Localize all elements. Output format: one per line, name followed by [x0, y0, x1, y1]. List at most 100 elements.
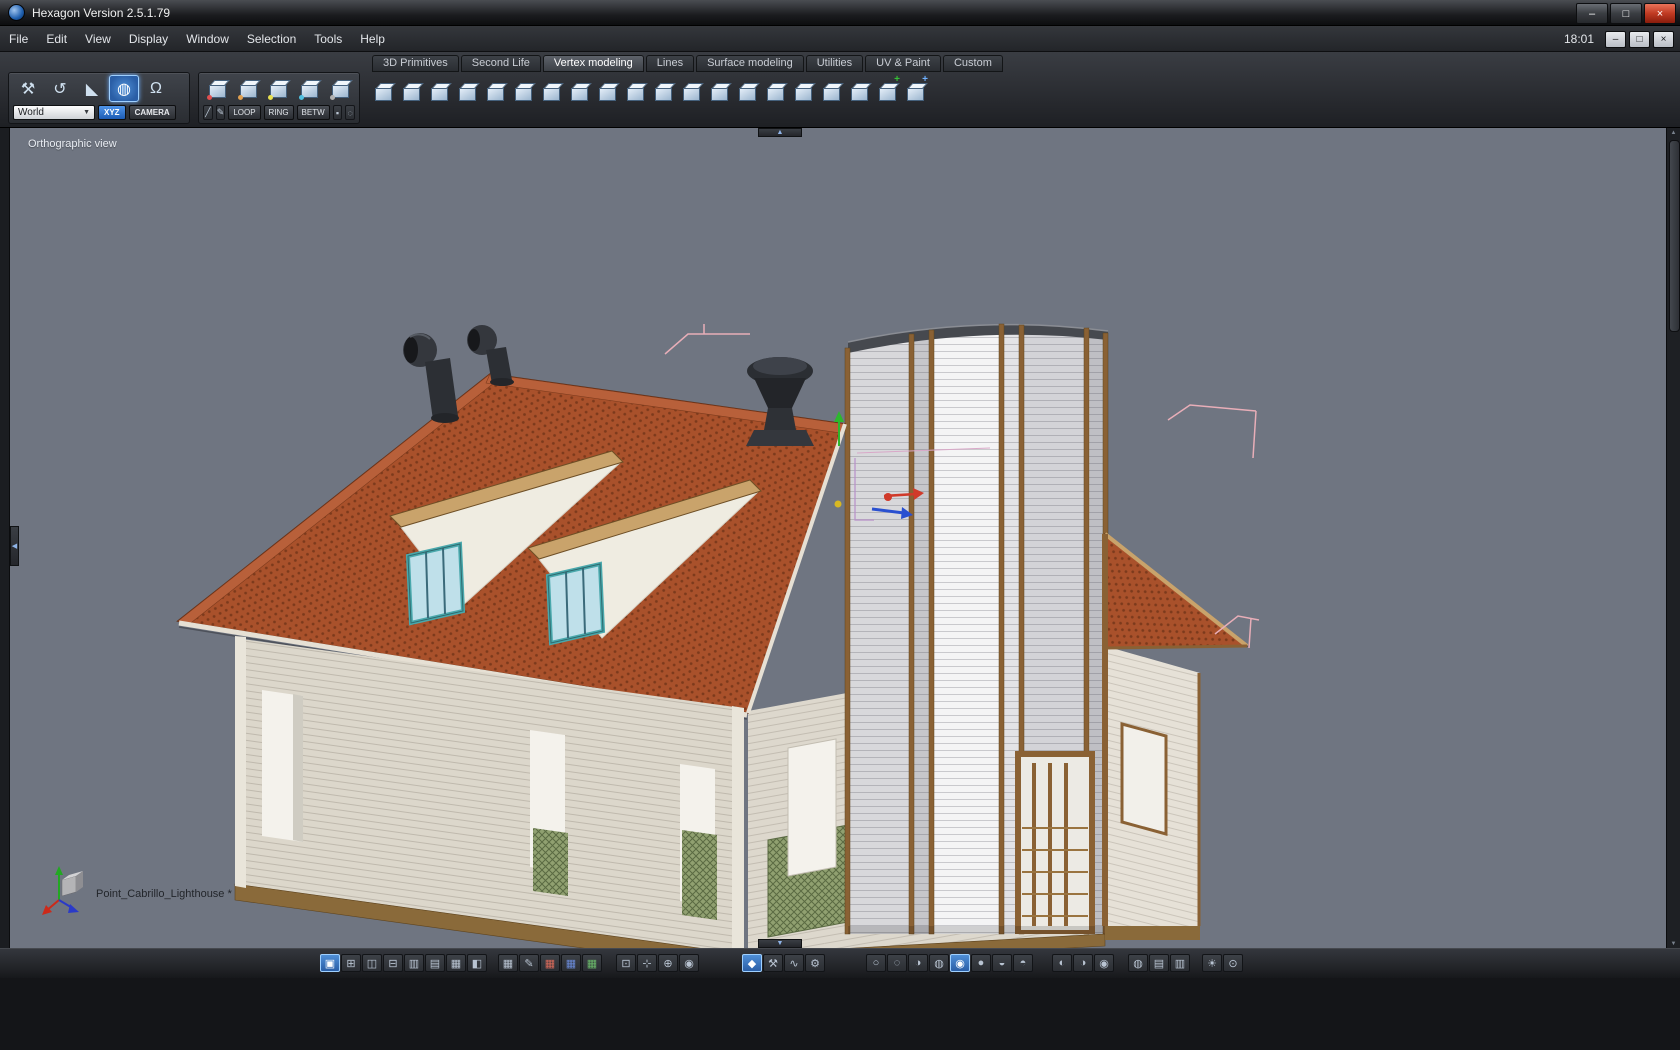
window-maximize-button[interactable]: □: [1610, 3, 1642, 24]
select-faces-icon[interactable]: [265, 75, 294, 102]
scrollbar-thumb[interactable]: [1669, 140, 1680, 332]
pan-view-icon[interactable]: ⊹: [637, 954, 657, 972]
extrude-profile-tool-icon[interactable]: [566, 76, 592, 108]
thickness-tool-icon[interactable]: [622, 76, 648, 108]
window-close-button[interactable]: ×: [1644, 3, 1676, 24]
twist-tool-icon[interactable]: [706, 76, 732, 108]
layout-quad-view-icon[interactable]: ⊞: [341, 954, 361, 972]
select-points-icon[interactable]: [203, 75, 232, 102]
menu-display[interactable]: Display: [120, 28, 177, 50]
tab-utilities[interactable]: Utilities: [805, 55, 864, 72]
menu-selection[interactable]: Selection: [238, 28, 305, 50]
add-points-tool-icon[interactable]: +: [874, 74, 900, 108]
grid-toggle-icon[interactable]: ▦: [498, 954, 518, 972]
grid-x-plane-icon[interactable]: ▦: [540, 954, 560, 972]
list-select-icon[interactable]: ▪: [332, 105, 343, 120]
settings-icon[interactable]: ⚙: [805, 954, 825, 972]
smooth-shade-mode-icon[interactable]: ◉: [950, 954, 970, 972]
loop-button[interactable]: LOOP: [228, 105, 261, 120]
world-dropdown[interactable]: World ▼: [13, 105, 95, 120]
menu-window[interactable]: Window: [177, 28, 238, 50]
bend-tool-icon[interactable]: [678, 76, 704, 108]
wireframe-mode-icon[interactable]: ○: [866, 954, 886, 972]
textured-mode-icon[interactable]: ●: [971, 954, 991, 972]
soft-selection-icon[interactable]: ∿: [784, 954, 804, 972]
smooth-low-icon[interactable]: ◐: [1052, 954, 1072, 972]
layout-three-top-icon[interactable]: ▤: [425, 954, 445, 972]
between-button[interactable]: BETW: [296, 105, 330, 120]
tools-icon[interactable]: ⚒: [763, 954, 783, 972]
house-right-wing[interactable]: [1102, 532, 1249, 940]
layout-grid-icon[interactable]: ▦: [446, 954, 466, 972]
tab-second-life[interactable]: Second Life: [460, 55, 541, 72]
doc-close-button[interactable]: ×: [1653, 30, 1674, 48]
dissociate-tool-icon[interactable]: [454, 76, 480, 108]
hammer-tool-icon[interactable]: ⚒: [13, 75, 43, 102]
window-minimize-button[interactable]: –: [1576, 3, 1608, 24]
chamfer-tool-icon[interactable]: [510, 76, 536, 108]
grid-z-plane-icon[interactable]: ▦: [582, 954, 602, 972]
vertical-scrollbar[interactable]: ▲ ▼: [1666, 128, 1680, 948]
layout-split-icon[interactable]: ◧: [467, 954, 487, 972]
magnet-tool-icon[interactable]: +: [902, 74, 928, 108]
camera-icon[interactable]: ⊙: [1223, 954, 1243, 972]
shaded-wire-mode-icon[interactable]: ◍: [929, 954, 949, 972]
smooth-high-icon[interactable]: ◉: [1094, 954, 1114, 972]
menu-edit[interactable]: Edit: [37, 28, 76, 50]
weld-tool-icon[interactable]: [482, 76, 508, 108]
tab-lines[interactable]: Lines: [645, 55, 695, 72]
xyz-toggle-button[interactable]: XYZ: [98, 105, 126, 120]
ghost-tool-icon[interactable]: Ω: [141, 75, 171, 102]
select-edges-icon[interactable]: [234, 75, 263, 102]
scroll-up-icon[interactable]: ▲: [1669, 128, 1678, 137]
camera-toggle-button[interactable]: CAMERA: [128, 105, 176, 120]
edit-grid-icon[interactable]: ✎: [519, 954, 539, 972]
doc-maximize-button[interactable]: □: [1629, 30, 1650, 48]
manipulator-icon[interactable]: ◆: [742, 954, 762, 972]
connect-tool-icon[interactable]: [846, 76, 872, 108]
ghost-mode-icon[interactable]: ◓: [1013, 954, 1033, 972]
tower-door[interactable]: [1015, 751, 1095, 934]
flat-shade-mode-icon[interactable]: ◑: [908, 954, 928, 972]
select-uv-icon[interactable]: [326, 75, 355, 102]
smooth-med-icon[interactable]: ◑: [1073, 954, 1093, 972]
lighting-icon[interactable]: ☀: [1202, 954, 1222, 972]
tessellate-tool-icon[interactable]: [370, 76, 396, 108]
pen-select-icon[interactable]: ✎: [215, 105, 226, 120]
smooth-tool-icon[interactable]: [398, 76, 424, 108]
tab-surface-modeling[interactable]: Surface modeling: [696, 55, 804, 72]
tab-3d-primitives[interactable]: 3D Primitives: [372, 55, 459, 72]
extract-tool-icon[interactable]: [426, 76, 452, 108]
ring-select-icon[interactable]: ◌: [345, 105, 355, 120]
cone-tool-icon[interactable]: ◣: [77, 75, 107, 102]
sweep-tool-icon[interactable]: [594, 76, 620, 108]
symmetry-tool-icon[interactable]: [650, 76, 676, 108]
layout-two-horizontal-icon[interactable]: ⊟: [383, 954, 403, 972]
layout-three-left-icon[interactable]: ▥: [404, 954, 424, 972]
hidden-line-mode-icon[interactable]: ◌: [887, 954, 907, 972]
extrude-surface-tool-icon[interactable]: [538, 76, 564, 108]
layers-icon[interactable]: ▤: [1149, 954, 1169, 972]
bottom-panel-handle[interactable]: ▼: [758, 939, 802, 948]
menu-file[interactable]: File: [0, 28, 37, 50]
material-mode-icon[interactable]: ◒: [992, 954, 1012, 972]
3d-viewport[interactable]: Orthographic view Point_Cabrillo_Lightho…: [10, 128, 1666, 948]
copy-tool-icon[interactable]: [762, 76, 788, 108]
edge-line-icon[interactable]: ╱: [203, 105, 213, 120]
mirror-tool-icon[interactable]: [790, 76, 816, 108]
panels-icon[interactable]: ▥: [1170, 954, 1190, 972]
top-panel-handle[interactable]: ▲: [758, 128, 802, 137]
menu-view[interactable]: View: [76, 28, 120, 50]
left-panel-handle[interactable]: ◀: [10, 526, 19, 566]
backface-icon[interactable]: ◍: [1128, 954, 1148, 972]
taper-tool-icon[interactable]: [734, 76, 760, 108]
scroll-down-icon[interactable]: ▼: [1669, 939, 1678, 948]
layout-two-vertical-icon[interactable]: ◫: [362, 954, 382, 972]
select-object-icon[interactable]: [295, 75, 324, 102]
tab-uv-paint[interactable]: UV & Paint: [865, 55, 941, 72]
menu-tools[interactable]: Tools: [305, 28, 351, 50]
fit-view-icon[interactable]: ◉: [679, 954, 699, 972]
ring-button[interactable]: RING: [263, 105, 294, 120]
bridge-tool-icon[interactable]: [818, 76, 844, 108]
rotate-tool-icon[interactable]: ↺: [45, 75, 75, 102]
